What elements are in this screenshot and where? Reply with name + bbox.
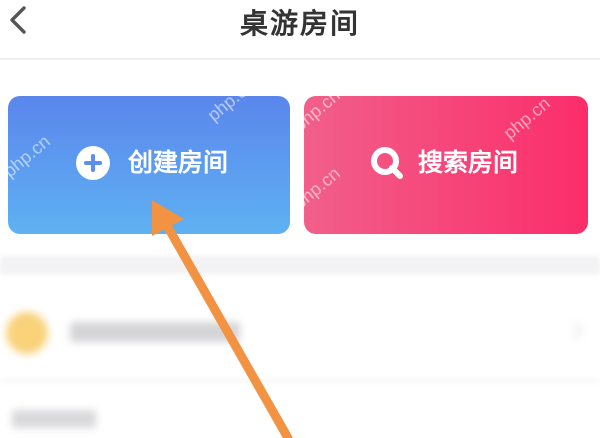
search-room-label: 搜索房间 xyxy=(418,148,519,177)
create-room-label: 创建房间 xyxy=(128,148,229,177)
watermark-text: php.cn xyxy=(289,85,344,136)
blurred-text xyxy=(70,322,240,342)
page-title: 桌游房间 xyxy=(239,7,360,40)
watermark-text: php.cn xyxy=(203,75,258,126)
watermark-text: php.cn xyxy=(0,131,54,182)
search-icon xyxy=(370,146,404,180)
divider xyxy=(0,380,600,382)
chevron-right-icon xyxy=(565,322,583,340)
plus-circle-icon xyxy=(76,146,110,180)
header-bar: 桌游房间 xyxy=(0,0,600,58)
search-room-button[interactable]: 搜索房间 php.cn php.cn php.cn xyxy=(290,85,588,234)
section-separator xyxy=(0,256,600,274)
header-divider xyxy=(0,58,600,60)
watermark-text: php.cn xyxy=(499,93,554,144)
blurred-text xyxy=(12,410,96,428)
watermark-text: php.cn xyxy=(289,163,344,214)
create-room-button[interactable]: 创建房间 php.cn php.cn xyxy=(0,75,290,234)
blurred-room-list-item xyxy=(0,290,600,370)
avatar xyxy=(6,312,48,354)
